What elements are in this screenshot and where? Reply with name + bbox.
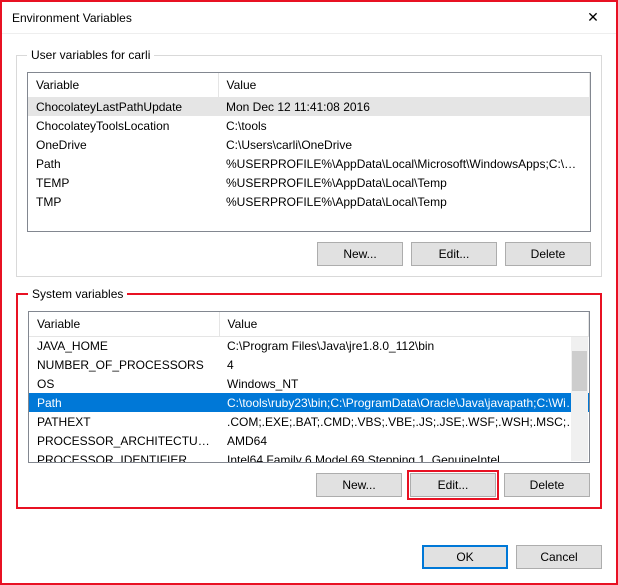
system-scrollbar[interactable] <box>571 337 588 461</box>
dialog-buttons-row: OK Cancel <box>2 537 616 583</box>
system-edit-button[interactable]: Edit... <box>410 473 496 497</box>
cell-variable: TMP <box>28 192 218 211</box>
cell-variable: ChocolateyLastPathUpdate <box>28 97 218 116</box>
cell-value: Intel64 Family 6 Model 69 Stepping 1, Ge… <box>219 450 589 463</box>
system-variables-legend: System variables <box>28 287 127 301</box>
dialog-window: Environment Variables ✕ User variables f… <box>0 0 618 585</box>
cell-value: C:\tools\ruby23\bin;C:\ProgramData\Oracl… <box>219 393 589 412</box>
user-variables-legend: User variables for carli <box>27 48 154 62</box>
system-new-button[interactable]: New... <box>316 473 402 497</box>
table-row[interactable]: PROCESSOR_ARCHITECTURE AMD64 <box>29 431 589 450</box>
cell-value: 4 <box>219 355 589 374</box>
cell-variable: Path <box>29 393 219 412</box>
cell-variable: OneDrive <box>28 135 218 154</box>
cell-value: Mon Dec 12 11:41:08 2016 <box>218 97 590 116</box>
col-value[interactable]: Value <box>219 312 589 336</box>
table-row[interactable]: Path %USERPROFILE%\AppData\Local\Microso… <box>28 154 590 173</box>
system-variables-table[interactable]: Variable Value JAVA_HOME C:\Program File… <box>29 312 589 463</box>
col-variable[interactable]: Variable <box>29 312 219 336</box>
cell-value: C:\Users\carli\OneDrive <box>218 135 590 154</box>
cell-value: C:\Program Files\Java\jre1.8.0_112\bin <box>219 336 589 355</box>
ok-button[interactable]: OK <box>422 545 508 569</box>
table-row[interactable]: OS Windows_NT <box>29 374 589 393</box>
table-row[interactable]: ChocolateyLastPathUpdate Mon Dec 12 11:4… <box>28 97 590 116</box>
cell-value: .COM;.EXE;.BAT;.CMD;.VBS;.VBE;.JS;.JSE;.… <box>219 412 589 431</box>
title-bar: Environment Variables ✕ <box>2 2 616 34</box>
system-variables-group: System variables Variable Value JAVA_HOM… <box>16 287 602 509</box>
cell-variable: TEMP <box>28 173 218 192</box>
cell-value: C:\tools <box>218 116 590 135</box>
cell-variable: OS <box>29 374 219 393</box>
table-row[interactable]: ChocolateyToolsLocation C:\tools <box>28 116 590 135</box>
table-row[interactable]: PROCESSOR_IDENTIFIER Intel64 Family 6 Mo… <box>29 450 589 463</box>
close-icon[interactable]: ✕ <box>570 2 616 33</box>
system-variables-table-wrap: Variable Value JAVA_HOME C:\Program File… <box>28 311 590 463</box>
dialog-body: User variables for carli Variable Value … <box>2 34 616 537</box>
cell-value: %USERPROFILE%\AppData\Local\Temp <box>218 173 590 192</box>
col-value[interactable]: Value <box>218 73 590 97</box>
table-row-selected[interactable]: Path C:\tools\ruby23\bin;C:\ProgramData\… <box>29 393 589 412</box>
user-variables-table[interactable]: Variable Value ChocolateyLastPathUpdate … <box>28 73 590 211</box>
cell-variable: JAVA_HOME <box>29 336 219 355</box>
table-row[interactable]: JAVA_HOME C:\Program Files\Java\jre1.8.0… <box>29 336 589 355</box>
system-delete-button[interactable]: Delete <box>504 473 590 497</box>
table-header-row: Variable Value <box>29 312 589 336</box>
cell-variable: ChocolateyToolsLocation <box>28 116 218 135</box>
cell-variable: PATHEXT <box>29 412 219 431</box>
user-delete-button[interactable]: Delete <box>505 242 591 266</box>
user-new-button[interactable]: New... <box>317 242 403 266</box>
table-row[interactable]: OneDrive C:\Users\carli\OneDrive <box>28 135 590 154</box>
cell-value: %USERPROFILE%\AppData\Local\Microsoft\Wi… <box>218 154 590 173</box>
table-row[interactable]: TMP %USERPROFILE%\AppData\Local\Temp <box>28 192 590 211</box>
user-variables-group: User variables for carli Variable Value … <box>16 48 602 277</box>
cell-variable: Path <box>28 154 218 173</box>
col-variable[interactable]: Variable <box>28 73 218 97</box>
table-header-row: Variable Value <box>28 73 590 97</box>
table-row[interactable]: NUMBER_OF_PROCESSORS 4 <box>29 355 589 374</box>
user-buttons-row: New... Edit... Delete <box>27 242 591 266</box>
cancel-button[interactable]: Cancel <box>516 545 602 569</box>
cell-value: Windows_NT <box>219 374 589 393</box>
cell-variable: PROCESSOR_ARCHITECTURE <box>29 431 219 450</box>
system-scrollbar-thumb[interactable] <box>572 351 587 391</box>
system-buttons-row: New... Edit... Delete <box>28 473 590 497</box>
cell-value: AMD64 <box>219 431 589 450</box>
window-title: Environment Variables <box>12 11 570 25</box>
cell-value: %USERPROFILE%\AppData\Local\Temp <box>218 192 590 211</box>
user-edit-button[interactable]: Edit... <box>411 242 497 266</box>
cell-variable: PROCESSOR_IDENTIFIER <box>29 450 219 463</box>
user-variables-table-wrap: Variable Value ChocolateyLastPathUpdate … <box>27 72 591 232</box>
table-row[interactable]: PATHEXT .COM;.EXE;.BAT;.CMD;.VBS;.VBE;.J… <box>29 412 589 431</box>
cell-variable: NUMBER_OF_PROCESSORS <box>29 355 219 374</box>
table-row[interactable]: TEMP %USERPROFILE%\AppData\Local\Temp <box>28 173 590 192</box>
